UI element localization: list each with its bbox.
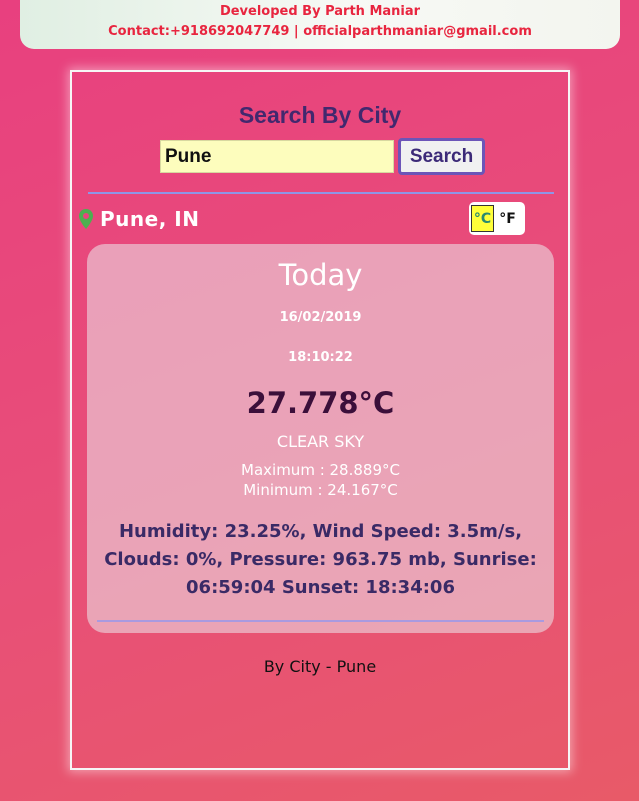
unit-toggle: °C °F xyxy=(469,202,525,235)
search-title: Search By City xyxy=(238,102,402,128)
weather-time: 18:10:22 xyxy=(288,350,353,365)
section-divider xyxy=(88,192,554,194)
card-title: Today xyxy=(278,258,363,292)
search-button[interactable]: Search xyxy=(398,138,485,175)
weather-date: 16/02/2019 xyxy=(279,310,362,325)
weather-description: CLEAR SKY xyxy=(276,432,365,451)
weather-panel: Search By City Search Pune, IN °C °F Tod… xyxy=(70,70,570,770)
footer-text: By City - Pune xyxy=(263,657,377,676)
weather-details: Humidity: 23.25%, Wind Speed: 3.5m/s, Cl… xyxy=(104,521,537,598)
city-name: Pune, IN xyxy=(100,207,200,231)
card-divider xyxy=(97,620,544,622)
fahrenheit-toggle[interactable]: °F xyxy=(494,205,521,232)
max-temperature: Maximum : 28.889°C xyxy=(241,461,400,479)
location-row: Pune, IN xyxy=(79,204,199,234)
developer-credit: Developed By Parth Maniar xyxy=(219,4,421,19)
min-temperature: Minimum : 24.167°C xyxy=(243,481,398,499)
map-pin-icon xyxy=(79,209,93,229)
developer-banner: Developed By Parth Maniar Contact:+91869… xyxy=(20,0,620,49)
developer-contact: Contact:+918692047749 | officialparthman… xyxy=(108,24,532,39)
current-temperature: 27.778°C xyxy=(246,386,395,420)
city-search-input[interactable] xyxy=(160,140,394,173)
weather-card: Today 16/02/2019 18:10:22 27.778°C CLEAR… xyxy=(87,244,554,633)
celsius-toggle[interactable]: °C xyxy=(471,205,494,232)
